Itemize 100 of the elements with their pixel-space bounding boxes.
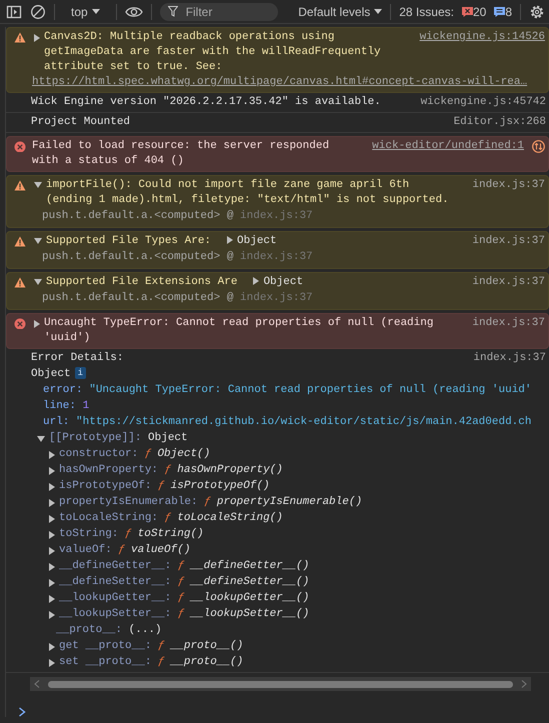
error-icon: [14, 318, 26, 329]
source-link[interactable]: index.js:37: [473, 351, 546, 366]
prompt-icon[interactable]: [18, 707, 26, 717]
expanded-arrow-icon[interactable]: [34, 279, 42, 285]
property-value: ƒ propertyIsEnumerable(): [204, 496, 362, 508]
property-value: (...): [128, 624, 162, 636]
message-text: Supported File Types Are:: [46, 234, 212, 249]
message-text: Project Mounted: [31, 115, 132, 130]
property-key: hasOwnProperty:: [59, 464, 158, 476]
collapsed-arrow-icon[interactable]: [49, 562, 55, 571]
info-badge: i: [74, 367, 86, 379]
collapsed-arrow-icon[interactable]: [49, 578, 55, 587]
collapsed-arrow-icon[interactable]: [34, 34, 40, 42]
scroll-right-icon[interactable]: [521, 680, 527, 688]
source-link[interactable]: index.js:37: [472, 234, 545, 249]
property-key: toString:: [59, 528, 118, 540]
collapsed-arrow-icon[interactable]: [49, 658, 55, 667]
expanded-arrow-icon[interactable]: [34, 182, 42, 188]
property-value: ƒ isPrototypeOf(): [158, 480, 270, 492]
collapsed-arrow-icon[interactable]: [49, 642, 55, 651]
message-text: Wick Engine version "2026.2.2.17.35.42" is available.: [31, 95, 382, 110]
message-text: Uncaught TypeError: Cannot read properties of null (reading 'uuid'): [44, 316, 434, 346]
property-key: __lookupSetter__:: [59, 608, 172, 620]
scroll-left-icon[interactable]: [34, 680, 40, 688]
message-text: Error Details:: [31, 351, 124, 366]
message-icon: [494, 6, 506, 16]
property-key: get __proto__:: [59, 640, 152, 652]
source-link[interactable]: index.js:37: [472, 275, 545, 290]
source-link[interactable]: wickengine.js:14526: [420, 30, 545, 45]
collapsed-arrow-icon[interactable]: [49, 498, 55, 507]
levels-dropdown[interactable]: Default levels: [298, 2, 382, 20]
object-preview[interactable]: Object: [251, 275, 304, 290]
collapsed-arrow-icon[interactable]: [49, 482, 55, 491]
warning-icon: [14, 32, 26, 43]
collapsed-arrow-icon[interactable]: [49, 514, 55, 523]
collapsed-arrow-icon[interactable]: [34, 320, 40, 328]
caret-icon: [374, 8, 382, 14]
message-text: Failed to load resource: the server responded with a status of 404 (): [32, 139, 330, 169]
error-icon: [14, 141, 26, 152]
property-value: ƒ __defineGetter__(): [178, 560, 310, 572]
collapsed-arrow-icon[interactable]: [49, 466, 55, 475]
warning-icon: [14, 277, 26, 288]
source-link[interactable]: wickengine.js:45742: [420, 95, 546, 110]
stack-frame-text: push.t.default.a.<computed> @: [42, 210, 234, 222]
property-value: ƒ toString(): [125, 528, 204, 540]
property-value: 1: [82, 400, 90, 412]
filter-field[interactable]: Filter: [160, 2, 278, 20]
panel-toggle-icon[interactable]: [6, 4, 22, 20]
issues-label[interactable]: 28 Issues:: [399, 2, 454, 20]
property-value: ƒ __proto__(): [158, 656, 244, 668]
message-text: importFile(): Could not import file zane game april 6th (ending 1 made).html, filetype: "text/html" is not supported.: [46, 178, 450, 208]
property-key: toLocaleString:: [59, 512, 158, 524]
source-link[interactable]: index.js:37: [472, 178, 545, 193]
property-key: line:: [43, 400, 76, 412]
property-key: [[Prototype]]:: [49, 432, 142, 444]
clear-icon[interactable]: [30, 4, 46, 20]
expanded-arrow-icon[interactable]: [34, 238, 42, 244]
warning-icon: [14, 180, 26, 191]
property-value: ƒ __lookupGetter__(): [178, 592, 310, 604]
property-key: __defineGetter__:: [59, 560, 172, 572]
property-value: ƒ __defineSetter__(): [178, 576, 310, 588]
url-link[interactable]: https://html.spec.whatwg.org/multipage/canvas.html#concept-canvas-will-rea…: [32, 75, 528, 90]
caret-icon: [92, 8, 100, 14]
property-value: Object: [148, 432, 188, 444]
property-value: ƒ Object(): [144, 448, 210, 460]
expanded-arrow-icon[interactable]: [37, 436, 45, 442]
property-key: __proto__:: [56, 624, 122, 636]
source-link[interactable]: Editor.jsx:268: [454, 115, 546, 130]
source-link[interactable]: index.js:37: [472, 316, 545, 331]
message-text: Canvas2D: Multiple readback operations using getImageData are faster with the willReadFrequently attribute set to true. See:: [44, 30, 382, 75]
property-key: isPrototypeOf:: [59, 480, 152, 492]
property-key: propertyIsEnumerable:: [59, 496, 198, 508]
stack-frame-text: push.t.default.a.<computed> @: [42, 292, 234, 304]
property-value: "Uncaught TypeError: Cannot read properties of null (reading 'uuid': [89, 384, 532, 396]
property-value: ƒ valueOf(): [118, 544, 190, 556]
source-link[interactable]: wick-editor/undefined:1: [372, 139, 524, 154]
property-key: set __proto__:: [59, 656, 152, 668]
collapsed-arrow-icon[interactable]: [49, 530, 55, 539]
property-key: error:: [43, 384, 83, 396]
collapsed-arrow-icon[interactable]: [49, 610, 55, 619]
property-value: ƒ __lookupSetter__(): [178, 608, 310, 620]
transfer-icon[interactable]: [532, 140, 545, 153]
message-text: Supported File Extensions Are: [46, 275, 238, 290]
settings-icon[interactable]: [529, 4, 545, 20]
property-key: url:: [43, 416, 70, 428]
info-issues-count[interactable]: 8: [494, 2, 512, 20]
collapsed-arrow-icon[interactable]: [49, 594, 55, 603]
error-issues-count[interactable]: 20: [462, 2, 486, 20]
object-preview[interactable]: Object: [225, 234, 277, 249]
object-label[interactable]: Object: [31, 368, 71, 380]
property-value: ƒ toLocaleString(): [164, 512, 283, 524]
property-value: ƒ hasOwnProperty(): [164, 464, 283, 476]
error-issue-icon: [462, 6, 473, 16]
context-dropdown[interactable]: top: [63, 2, 108, 20]
stack-frame-text: push.t.default.a.<computed> @: [42, 251, 234, 263]
collapsed-arrow-icon[interactable]: [49, 450, 55, 459]
eye-icon[interactable]: [124, 4, 143, 18]
property-value: ƒ __proto__(): [158, 640, 244, 652]
collapsed-arrow-icon[interactable]: [49, 546, 55, 555]
horizontal-scrollbar[interactable]: [30, 677, 531, 691]
